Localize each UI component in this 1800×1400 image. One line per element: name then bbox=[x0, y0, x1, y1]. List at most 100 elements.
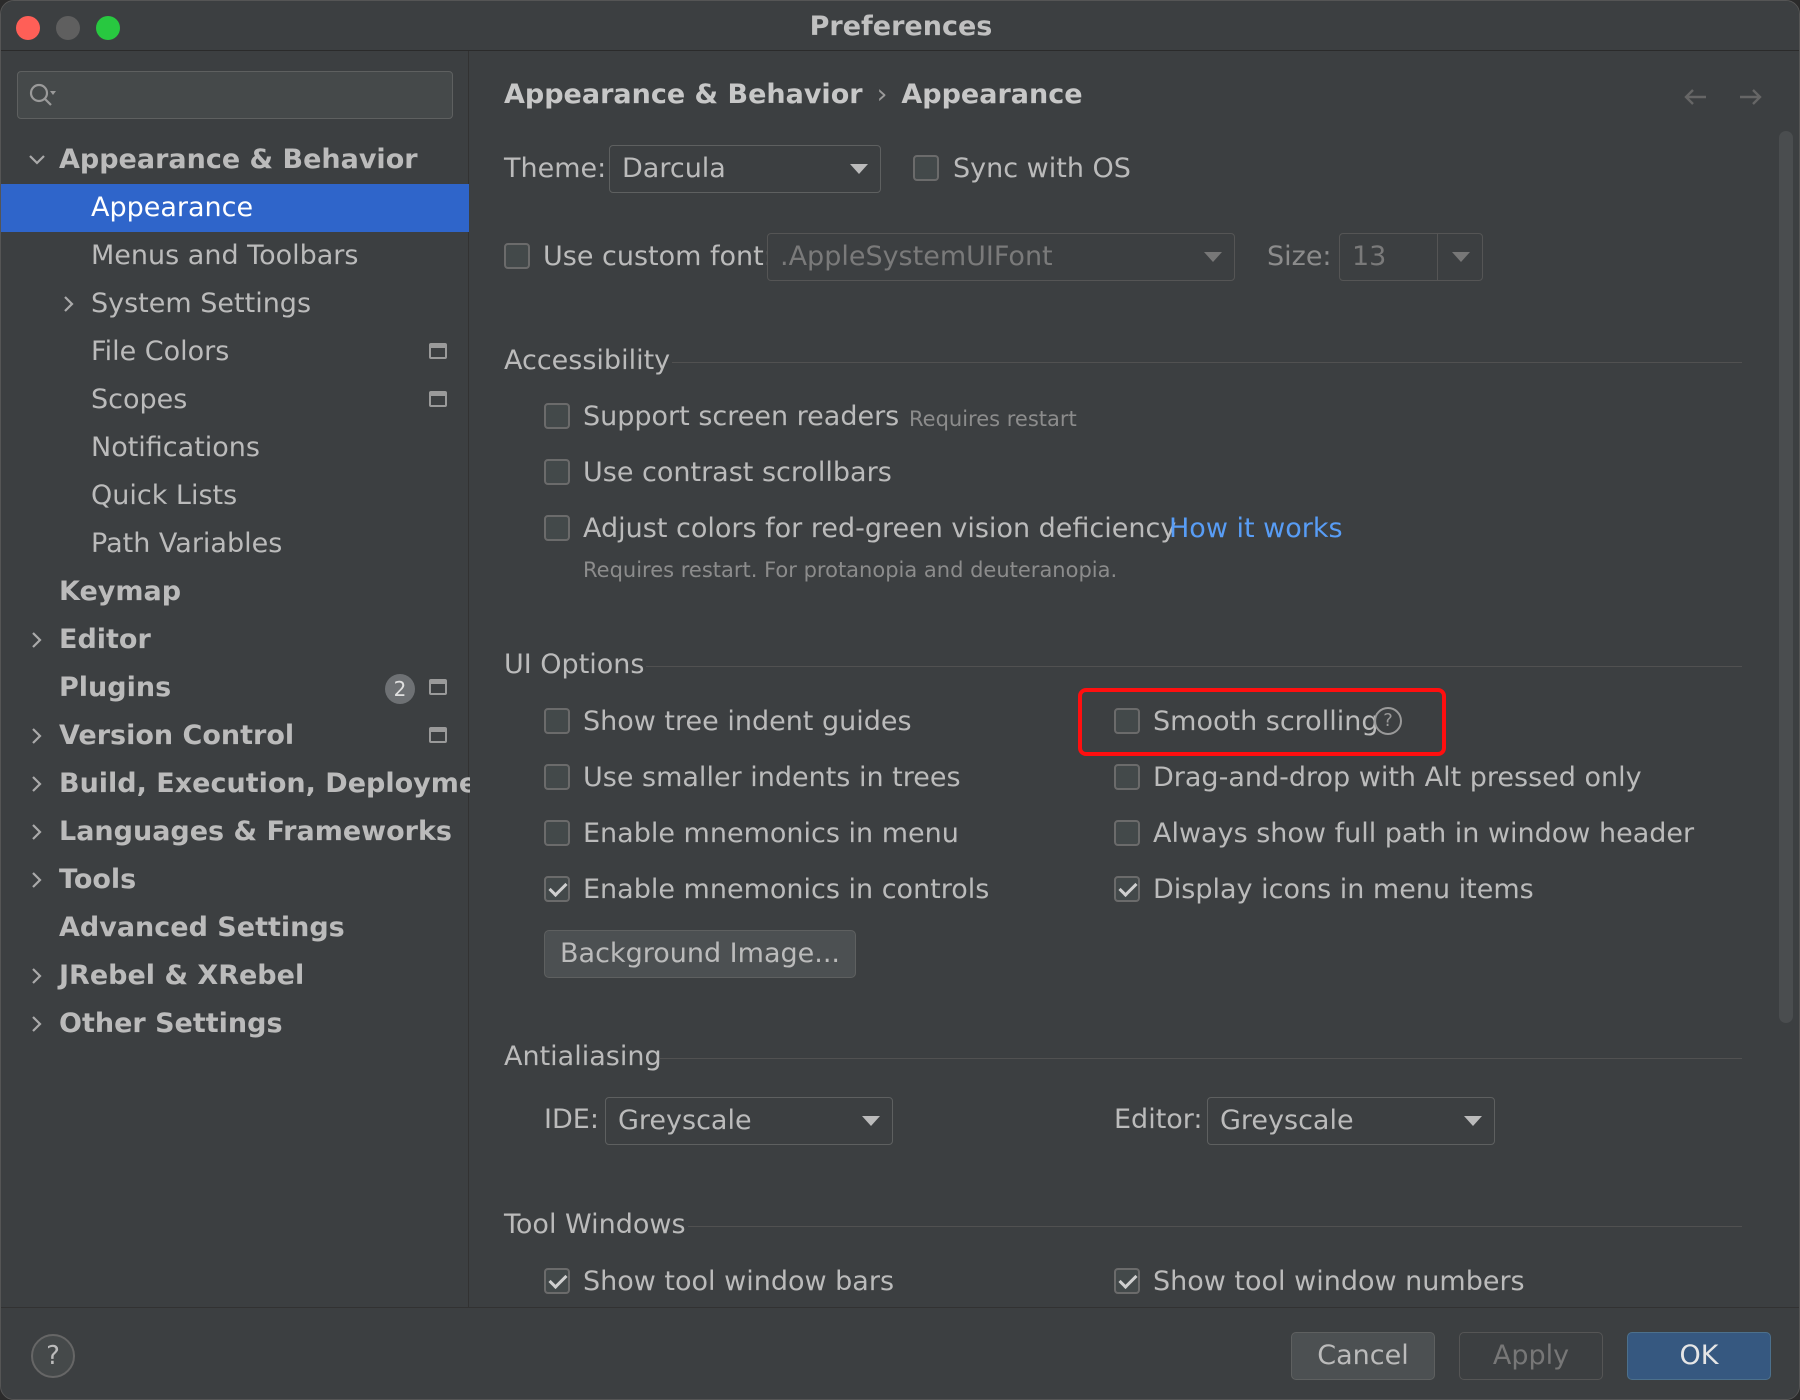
full-path-header-checkbox[interactable] bbox=[1114, 820, 1140, 846]
how-it-works-link[interactable]: How it works bbox=[1169, 513, 1343, 544]
section-divider bbox=[660, 1058, 1742, 1059]
chevron-right-icon[interactable] bbox=[27, 774, 47, 794]
sidebar-item-appearance[interactable]: Appearance bbox=[1, 184, 469, 232]
sidebar-item-label: Path Variables bbox=[91, 528, 283, 559]
sidebar-item-notifications[interactable]: Notifications bbox=[1, 424, 469, 472]
sidebar-item-label: Languages & Frameworks bbox=[59, 816, 453, 847]
sidebar-item-other-settings[interactable]: Other Settings bbox=[1, 1000, 469, 1048]
background-image-button[interactable]: Background Image... bbox=[544, 930, 856, 978]
project-level-icon bbox=[429, 391, 447, 407]
tree-indent-guides-checkbox[interactable] bbox=[544, 708, 570, 734]
breadcrumb-parent[interactable]: Appearance & Behavior bbox=[504, 79, 863, 110]
tool-window-numbers-label: Show tool window numbers bbox=[1153, 1266, 1525, 1297]
chevron-down-icon bbox=[1464, 1116, 1482, 1126]
apply-button[interactable]: Apply bbox=[1459, 1332, 1603, 1380]
font-select-value: .AppleSystemUIFont bbox=[780, 241, 1053, 272]
sidebar-item-path-variables[interactable]: Path Variables bbox=[1, 520, 469, 568]
sidebar-item-quick-lists[interactable]: Quick Lists bbox=[1, 472, 469, 520]
chevron-right-icon[interactable] bbox=[27, 822, 47, 842]
chevron-right-icon[interactable] bbox=[27, 630, 47, 650]
sidebar-item-editor[interactable]: Editor bbox=[1, 616, 469, 664]
content-scrollbar[interactable] bbox=[1779, 131, 1793, 1023]
mnemonics-menu-checkbox[interactable] bbox=[544, 820, 570, 846]
forward-arrow-icon[interactable] bbox=[1734, 81, 1766, 113]
screen-readers-checkbox[interactable] bbox=[544, 403, 570, 429]
contrast-scrollbars-checkbox[interactable] bbox=[544, 459, 570, 485]
screen-readers-hint: Requires restart bbox=[909, 407, 1077, 431]
contrast-scrollbars-label: Use contrast scrollbars bbox=[583, 457, 892, 488]
smaller-indents-checkbox[interactable] bbox=[544, 764, 570, 790]
section-divider bbox=[672, 362, 1742, 363]
ide-antialiasing-select[interactable]: Greyscale bbox=[605, 1097, 893, 1145]
section-divider bbox=[646, 666, 1742, 667]
color-deficiency-label: Adjust colors for red-green vision defic… bbox=[583, 513, 1177, 544]
sidebar-item-menus-toolbars[interactable]: Menus and Toolbars bbox=[1, 232, 469, 280]
sidebar-item-label: Notifications bbox=[91, 432, 260, 463]
drag-drop-alt-label: Drag-and-drop with Alt pressed only bbox=[1153, 762, 1642, 793]
smaller-indents-label: Use smaller indents in trees bbox=[583, 762, 961, 793]
sidebar-item-jrebel-xrebel[interactable]: JRebel & XRebel bbox=[1, 952, 469, 1000]
sidebar-item-label: File Colors bbox=[91, 336, 230, 367]
tool-window-bars-checkbox[interactable] bbox=[544, 1268, 570, 1294]
breadcrumb-current: Appearance bbox=[901, 79, 1083, 110]
ok-button[interactable]: OK bbox=[1627, 1332, 1771, 1380]
cancel-button[interactable]: Cancel bbox=[1291, 1332, 1435, 1380]
sidebar-item-languages-frameworks[interactable]: Languages & Frameworks bbox=[1, 808, 469, 856]
smooth-scrolling-checkbox[interactable] bbox=[1114, 708, 1140, 734]
chevron-right-icon[interactable] bbox=[27, 966, 47, 986]
sidebar-item-advanced-settings[interactable]: Advanced Settings bbox=[1, 904, 469, 952]
font-size-select[interactable]: 13 bbox=[1339, 233, 1483, 281]
sidebar-item-keymap[interactable]: Keymap bbox=[1, 568, 469, 616]
tool-window-numbers-checkbox[interactable] bbox=[1114, 1268, 1140, 1294]
sidebar-item-system-settings[interactable]: System Settings bbox=[1, 280, 469, 328]
font-select[interactable]: .AppleSystemUIFont bbox=[767, 233, 1235, 281]
drag-drop-alt-checkbox[interactable] bbox=[1114, 764, 1140, 790]
settings-content: Appearance & Behavior › Appearance Theme: … bbox=[470, 51, 1799, 1307]
sidebar-item-tools[interactable]: Tools bbox=[1, 856, 469, 904]
sidebar-item-label: Scopes bbox=[91, 384, 188, 415]
chevron-down-icon bbox=[862, 1116, 880, 1126]
theme-select-value: Darcula bbox=[622, 153, 726, 184]
sidebar-item-build-execution-deployment[interactable]: Build, Execution, Deployment bbox=[1, 760, 509, 808]
theme-select[interactable]: Darcula bbox=[609, 145, 881, 193]
editor-antialiasing-value: Greyscale bbox=[1220, 1105, 1354, 1136]
back-arrow-icon[interactable] bbox=[1680, 81, 1712, 113]
mnemonics-controls-checkbox[interactable] bbox=[544, 876, 570, 902]
sidebar-item-appearance-behavior[interactable]: Appearance & Behavior bbox=[1, 136, 469, 184]
project-level-icon bbox=[429, 727, 447, 743]
dialog-footer: ? Cancel Apply OK bbox=[1, 1307, 1799, 1399]
sync-with-os-checkbox[interactable] bbox=[913, 155, 939, 181]
sidebar-item-version-control[interactable]: Version Control bbox=[1, 712, 469, 760]
chevron-right-icon[interactable] bbox=[27, 870, 47, 890]
screen-readers-label: Support screen readers bbox=[583, 401, 900, 432]
sidebar-item-label: Version Control bbox=[59, 720, 295, 751]
editor-antialiasing-select[interactable]: Greyscale bbox=[1207, 1097, 1495, 1145]
sidebar-item-label: Editor bbox=[59, 624, 151, 655]
sidebar-item-plugins[interactable]: Plugins 2 bbox=[1, 664, 469, 712]
full-path-header-label: Always show full path in window header bbox=[1153, 818, 1695, 849]
help-question-icon[interactable]: ? bbox=[1374, 707, 1402, 735]
settings-search-input[interactable] bbox=[17, 71, 453, 119]
sidebar-item-label: JRebel & XRebel bbox=[59, 960, 305, 991]
project-level-icon bbox=[429, 343, 447, 359]
chevron-down-icon bbox=[1452, 252, 1470, 262]
chevron-right-icon[interactable] bbox=[59, 294, 79, 314]
color-deficiency-hint: Requires restart. For protanopia and deu… bbox=[583, 558, 1118, 582]
sidebar-item-label: Appearance bbox=[91, 192, 254, 223]
sidebar-item-file-colors[interactable]: File Colors bbox=[1, 328, 469, 376]
color-deficiency-checkbox[interactable] bbox=[544, 515, 570, 541]
sync-with-os-label: Sync with OS bbox=[953, 153, 1131, 184]
sidebar-item-scopes[interactable]: Scopes bbox=[1, 376, 469, 424]
sidebar-item-label: Other Settings bbox=[59, 1008, 283, 1039]
window-title: Preferences bbox=[809, 11, 993, 42]
help-button[interactable]: ? bbox=[31, 1334, 75, 1378]
chevron-down-icon[interactable] bbox=[27, 150, 47, 170]
custom-font-checkbox[interactable] bbox=[504, 243, 530, 269]
menu-icons-checkbox[interactable] bbox=[1114, 876, 1140, 902]
sidebar-item-label: Keymap bbox=[59, 576, 182, 607]
chevron-right-icon[interactable] bbox=[27, 1014, 47, 1034]
title-bar: Preferences bbox=[1, 1, 1799, 51]
chevron-right-icon[interactable] bbox=[27, 726, 47, 746]
settings-sidebar: Appearance & Behavior Appearance Menus a… bbox=[1, 51, 509, 1307]
sidebar-item-label: Quick Lists bbox=[91, 480, 238, 511]
